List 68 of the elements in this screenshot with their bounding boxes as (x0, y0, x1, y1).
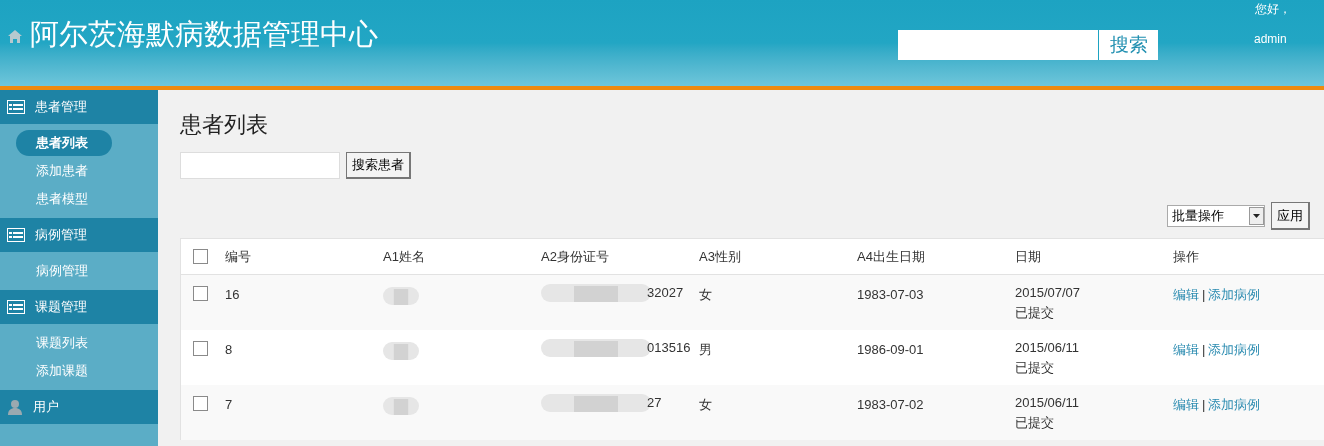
table-cell: 女 (699, 287, 712, 302)
column-header: A1姓名 (383, 247, 426, 266)
list-icon (7, 228, 25, 242)
column-header: 操作 (1173, 247, 1200, 266)
column-header: 日期 (1015, 247, 1042, 266)
patient-search-field[interactable] (180, 152, 340, 179)
house-icon (8, 30, 22, 43)
user-name: admin (1254, 31, 1287, 48)
sidebar-item[interactable]: 添加课题 (16, 358, 112, 384)
apply-button[interactable]: 应用 (1271, 202, 1310, 230)
status-text: 已提交 (1015, 304, 1055, 322)
action-link[interactable]: 编辑 (1173, 285, 1199, 305)
search-button[interactable]: 搜索 (1098, 30, 1158, 60)
sidebar-item[interactable]: 添加患者 (16, 158, 112, 184)
table-cell: 男 (699, 342, 712, 357)
site-title: 阿尔茨海默病数据管理中心 (30, 20, 378, 49)
sidebar-group-header[interactable]: 课题管理 (0, 290, 158, 324)
sidebar-group-header[interactable]: 病例管理 (0, 218, 158, 252)
table-cell-text: 32027 (647, 284, 684, 303)
action-link[interactable]: 添加病例 (1208, 395, 1261, 415)
user-icon (7, 399, 23, 415)
sidebar-group-header[interactable]: 患者管理 (0, 90, 158, 124)
action-link[interactable]: 添加病例 (1208, 285, 1261, 305)
checkbox[interactable] (193, 341, 208, 356)
table-cell: 女 (699, 397, 712, 412)
sidebar-group-header[interactable]: 用户 (0, 390, 158, 424)
column-header: A4出生日期 (857, 247, 926, 266)
table-cell: 16 (225, 287, 240, 302)
action-link[interactable]: 编辑 (1173, 395, 1199, 415)
group-label: 用户 (33, 398, 59, 417)
separator: | (1202, 396, 1206, 414)
column-header: 编号 (225, 247, 252, 266)
table-cell-text: 27 (647, 394, 662, 413)
table-cell-text: 013516 (647, 339, 691, 358)
bulk-action-select[interactable]: 批量操作 (1167, 205, 1265, 227)
action-link[interactable]: 添加病例 (1208, 340, 1261, 360)
table-cell-text: 2015/06/11 (1015, 339, 1081, 357)
table-cell: 8 (225, 342, 233, 357)
caret-icon (1249, 207, 1264, 225)
sidebar-item[interactable]: 课题列表 (16, 330, 112, 356)
column-header: A2身份证号 (541, 247, 610, 266)
checkbox[interactable] (193, 286, 208, 301)
table-cell: 1983-07-02 (857, 397, 924, 412)
sidebar-item[interactable]: 病例管理 (16, 258, 112, 284)
separator: | (1202, 341, 1206, 359)
status-text: 已提交 (1015, 414, 1055, 432)
greeting-text: 您好， (1255, 1, 1291, 18)
status-text: 已提交 (1015, 359, 1055, 377)
checkbox[interactable] (193, 396, 208, 411)
list-icon (7, 300, 25, 314)
group-label: 病例管理 (35, 226, 87, 245)
checkbox[interactable] (193, 249, 208, 264)
list-icon (7, 100, 25, 114)
table-cell-text: 2015/06/11 (1015, 394, 1081, 412)
sidebar-item[interactable]: 患者模型 (16, 186, 112, 212)
group-label: 患者管理 (35, 98, 87, 117)
action-link[interactable]: 编辑 (1173, 340, 1199, 360)
table-cell: 7 (225, 397, 233, 412)
table-cell: 1986-09-01 (857, 342, 924, 357)
group-label: 课题管理 (35, 298, 87, 317)
search-field[interactable] (898, 30, 1098, 60)
search-patient-button[interactable]: 搜索患者 (346, 152, 411, 179)
table-cell-text: 2015/07/07 (1015, 284, 1082, 302)
separator: | (1202, 286, 1206, 304)
table-cell: 1983-07-03 (857, 287, 924, 302)
column-header: A3性别 (699, 247, 742, 266)
sidebar-item[interactable]: 患者列表 (16, 130, 112, 156)
page-title: 患者列表 (180, 111, 269, 139)
